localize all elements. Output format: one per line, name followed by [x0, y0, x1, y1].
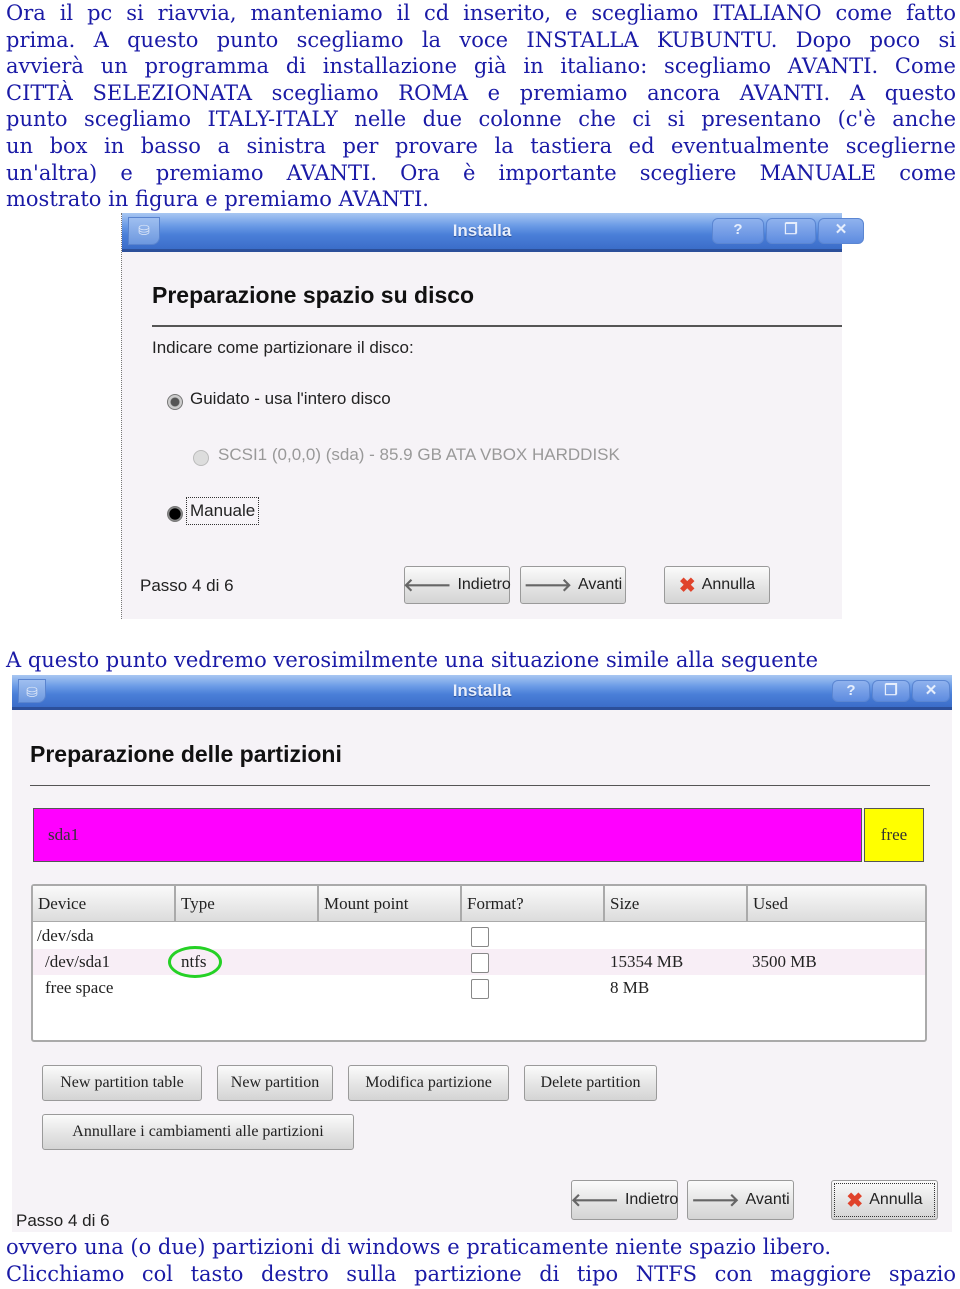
new-partition-table-button[interactable]: New partition table: [42, 1065, 202, 1101]
cancel-button-label: Annulla: [701, 576, 756, 593]
format-checkbox[interactable]: [471, 927, 489, 947]
text-line: Ora il pc si riavvia, manteniamo il cd i…: [6, 1, 956, 25]
restore-button[interactable]: ❐: [766, 218, 816, 244]
outro-paragraph: ovvero una (o due) partizioni di windows…: [6, 1234, 956, 1287]
partition-table: Device Type Mount point Format? Size Use…: [31, 884, 927, 1042]
highlight-circle: [168, 946, 222, 978]
help-button[interactable]: ?: [832, 680, 870, 702]
next-button-label: Avanti: [745, 1191, 790, 1208]
intro-paragraph: Ora il pc si riavvia, manteniamo il cd i…: [6, 0, 956, 213]
text-line: mostrato in figura e premiamo AVANTI.: [6, 187, 429, 212]
cell-used: 3500 MB: [752, 952, 817, 971]
cancel-button-label: Annulla: [869, 1191, 923, 1208]
column-header-type[interactable]: Type: [176, 886, 319, 922]
text-line: prima. A questo punto scegliamo la voce …: [6, 27, 956, 52]
partition-segment-free[interactable]: free: [864, 808, 924, 862]
text-line: ovvero una (o due) partizioni di windows…: [6, 1235, 832, 1259]
column-header-format[interactable]: Format?: [462, 886, 605, 922]
step-indicator: Passo 4 di 6: [16, 1211, 110, 1230]
divider: [152, 325, 842, 327]
step-indicator: Passo 4 di 6: [140, 576, 234, 595]
close-button[interactable]: ✕: [912, 680, 950, 702]
text-line: Clicchiamo col tasto destro sulla partiz…: [6, 1261, 956, 1286]
title-bar[interactable]: ⛁ Installa ? ❐ ✕: [12, 675, 952, 710]
radio-guided-label[interactable]: Guidato - usa l'intero disco: [190, 389, 391, 409]
close-button[interactable]: ✕: [818, 218, 864, 244]
title-bar[interactable]: ⛁ Installa ? ❐ ✕: [122, 213, 864, 252]
back-button-label: Indietro: [457, 576, 511, 593]
cancel-button[interactable]: ✖ Annulla: [831, 1180, 938, 1220]
cell-device: free space: [45, 978, 114, 997]
back-button[interactable]: 🡐 Indietro: [403, 566, 511, 604]
restore-button[interactable]: ❐: [872, 680, 910, 702]
format-checkbox[interactable]: [471, 953, 489, 973]
back-button-label: Indietro: [624, 1191, 679, 1208]
partition-segment-label: free: [880, 825, 908, 844]
back-button[interactable]: 🡐 Indietro: [571, 1180, 678, 1220]
divider: [30, 785, 930, 786]
cell-device: /dev/sda1: [45, 952, 111, 971]
installer-window-disk-space: ⛁ Installa ? ❐ ✕ Preparazione spazio su …: [121, 213, 864, 619]
column-header-used[interactable]: Used: [748, 886, 925, 922]
table-row[interactable]: free space 8 MB: [33, 975, 925, 1001]
cell-device: /dev/sda: [37, 926, 94, 945]
arrow-left-icon: 🡐: [570, 1189, 619, 1210]
next-button-label: Avanti: [578, 576, 623, 593]
cell-size: 15354 MB: [610, 952, 684, 971]
next-button[interactable]: 🡒 Avanti: [520, 566, 626, 604]
edit-partition-button[interactable]: Modifica partizione: [348, 1065, 509, 1101]
middle-paragraph: A questo punto vedremo verosimilmente un…: [6, 647, 956, 674]
delete-partition-button[interactable]: Delete partition: [524, 1065, 657, 1101]
arrow-left-icon: 🡐: [403, 574, 452, 595]
column-header-device[interactable]: Device: [33, 886, 176, 922]
table-row[interactable]: /dev/sda: [33, 923, 925, 949]
arrow-right-icon: 🡒: [523, 574, 573, 595]
radio-disk-sda[interactable]: [193, 450, 209, 466]
partition-prompt: Indicare come partizionare il disco:: [152, 338, 414, 357]
arrow-right-icon: 🡒: [691, 1189, 740, 1210]
window-title: Installa: [452, 681, 512, 700]
new-partition-button[interactable]: New partition: [217, 1065, 333, 1101]
text-line: punto scegliamo ITALY-ITALY nelle due co…: [6, 107, 956, 132]
cancel-button[interactable]: ✖ Annulla: [664, 566, 770, 604]
revert-changes-button[interactable]: Annullare i cambiamenti alle partizioni: [42, 1114, 354, 1150]
page-title: Preparazione delle partizioni: [30, 741, 342, 767]
column-header-mount-point[interactable]: Mount point: [319, 886, 462, 922]
text-line: CITTÀ SELEZIONATA scegliamo ROMA e premi…: [6, 80, 956, 105]
radio-manual-label[interactable]: Manuale: [186, 497, 260, 525]
partition-segment-sda1[interactable]: sda1: [33, 808, 862, 862]
table-row[interactable]: /dev/sda1 ntfs 15354 MB 3500 MB: [33, 946, 925, 978]
text-line: A questo punto vedremo verosimilmente un…: [6, 648, 819, 672]
text-line: un box in basso a sinistra per provare l…: [6, 133, 956, 158]
cancel-x-icon: ✖: [678, 574, 696, 597]
format-checkbox[interactable]: [471, 979, 489, 999]
radio-disk-sda-label: SCSI1 (0,0,0) (sda) - 85.9 GB ATA VBOX H…: [218, 445, 620, 464]
column-header-size[interactable]: Size: [605, 886, 748, 922]
text-line: un'altra) e premiamo AVANTI. Ora è impor…: [6, 160, 956, 185]
cancel-x-icon: ✖: [846, 1189, 864, 1212]
radio-guided[interactable]: [167, 394, 183, 410]
cell-size: 8 MB: [610, 978, 650, 997]
help-button[interactable]: ?: [712, 218, 764, 244]
partition-segment-label: sda1: [48, 825, 80, 844]
text-line: avvierà un programma di installazione gi…: [6, 54, 956, 79]
radio-manual[interactable]: [167, 506, 183, 522]
next-button[interactable]: 🡒 Avanti: [687, 1180, 794, 1220]
page-title: Preparazione spazio su disco: [152, 282, 475, 308]
